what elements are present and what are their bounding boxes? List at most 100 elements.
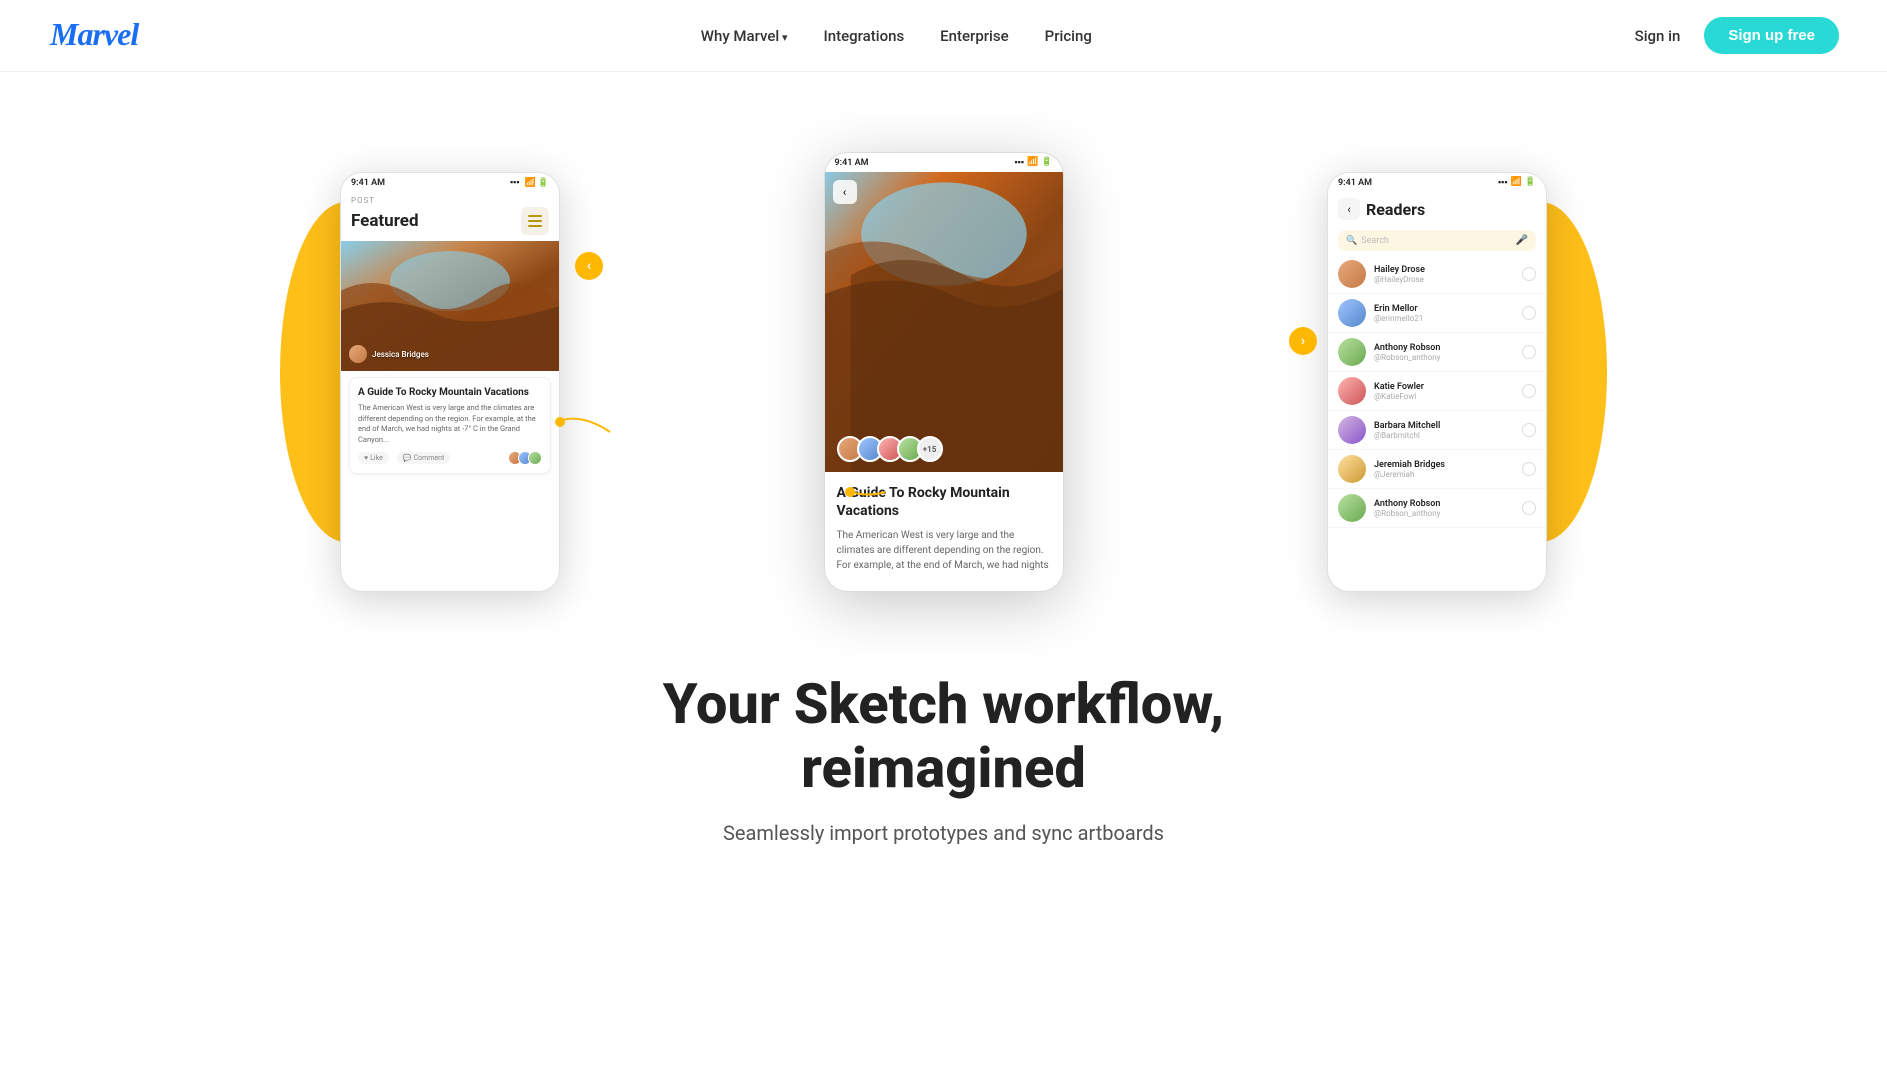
pricing-link[interactable]: Pricing xyxy=(1045,27,1092,45)
reader-check-4[interactable] xyxy=(1522,423,1536,437)
nav-item-pricing[interactable]: Pricing xyxy=(1045,26,1092,45)
center-article-content: A Guide To Rocky Mountain Vacations The … xyxy=(825,472,1063,585)
comment-label: Comment xyxy=(414,454,445,462)
reader-handle-2: @Robson_anthony xyxy=(1374,353,1514,362)
status-bar-left: 9:41 AM ▪▪▪ 📶 🔋 xyxy=(341,173,559,192)
reader-check-5[interactable] xyxy=(1522,462,1536,476)
signup-button[interactable]: Sign up free xyxy=(1704,17,1839,54)
reader-check-6[interactable] xyxy=(1522,501,1536,515)
reader-name-0: Hailey Drose xyxy=(1374,265,1514,275)
back-button-center[interactable]: ‹ xyxy=(833,180,857,204)
center-main-image: ‹ +15 xyxy=(825,172,1063,472)
reader-avatar-4 xyxy=(1338,416,1366,444)
reader-check-0[interactable] xyxy=(1522,267,1536,281)
share-avatar-3 xyxy=(528,451,542,465)
reader-name-1: Erin Mellor xyxy=(1374,304,1514,314)
reader-check-2[interactable] xyxy=(1522,345,1536,359)
reader-item-5[interactable]: Jeremiah Bridges @Jeremiah xyxy=(1328,450,1546,489)
reader-info-2: Anthony Robson @Robson_anthony xyxy=(1374,343,1514,362)
signal-icons-left: ▪▪▪ 📶 🔋 xyxy=(510,177,549,188)
reader-check-3[interactable] xyxy=(1522,384,1536,398)
reader-item-1[interactable]: Erin Mellor @erinmello21 xyxy=(1328,294,1546,333)
comment-button[interactable]: 💬 Comment xyxy=(397,452,450,464)
reader-info-5: Jeremiah Bridges @Jeremiah xyxy=(1374,460,1514,479)
reader-avatar-3 xyxy=(1338,377,1366,405)
reader-info-1: Erin Mellor @erinmello21 xyxy=(1374,304,1514,323)
author-avatar xyxy=(349,345,367,363)
why-marvel-link[interactable]: Why Marvel xyxy=(701,27,788,45)
nav-item-why-marvel[interactable]: Why Marvel xyxy=(701,26,788,45)
signal-center: ▪▪▪📶🔋 xyxy=(1014,157,1052,168)
like-button[interactable]: ♥ Like xyxy=(358,452,389,464)
reader-handle-6: @Robson_anthony xyxy=(1374,509,1514,518)
main-heading: Your Sketch workflow, reimagined xyxy=(663,672,1225,801)
reader-item-3[interactable]: Katie Fowler @KatieFowl xyxy=(1328,372,1546,411)
featured-title: Featured xyxy=(351,211,419,231)
menu-icon[interactable] xyxy=(521,207,549,235)
article-title-left: A Guide To Rocky Mountain Vacations xyxy=(358,386,542,399)
integrations-link[interactable]: Integrations xyxy=(824,27,905,45)
enterprise-link[interactable]: Enterprise xyxy=(940,27,1008,45)
heading-line1: Your Sketch workflow, xyxy=(663,671,1225,737)
reader-item-2[interactable]: Anthony Robson @Robson_anthony xyxy=(1328,333,1546,372)
mic-icon: 🎤 xyxy=(1516,235,1528,246)
phone-center: 9:41 AM ▪▪▪📶🔋 xyxy=(824,152,1064,592)
reader-info-4: Barbara Mitchell @Barbmitchl xyxy=(1374,421,1514,440)
status-bar-right: 9:41 AM ▪▪▪📶🔋 xyxy=(1328,173,1546,192)
search-placeholder: Search xyxy=(1361,236,1511,246)
reader-info-0: Hailey Drose @HaileyDrose xyxy=(1374,265,1514,284)
navbar: Marvel Why Marvel Integrations Enterpris… xyxy=(0,0,1887,72)
status-bar-center: 9:41 AM ▪▪▪📶🔋 xyxy=(825,153,1063,172)
more-count: +15 xyxy=(917,436,943,462)
reader-avatar-2 xyxy=(1338,338,1366,366)
reader-handle-4: @Barbmitchl xyxy=(1374,431,1514,440)
subheading: Seamlessly import prototypes and sync ar… xyxy=(663,821,1225,845)
heading-line2: reimagined xyxy=(801,735,1086,801)
phones-section: ‹ › 9:41 AM ▪▪▪ 📶 🔋 POST Featured xyxy=(0,132,1887,612)
share-avatars xyxy=(512,451,542,465)
signin-link[interactable]: Sign in xyxy=(1635,27,1681,45)
text-section: Your Sketch workflow, reimagined Seamles… xyxy=(643,612,1245,885)
reader-check-1[interactable] xyxy=(1522,306,1536,320)
nav-item-integrations[interactable]: Integrations xyxy=(824,26,905,45)
time-center: 9:41 AM xyxy=(835,158,869,168)
reader-item-6[interactable]: Anthony Robson @Robson_anthony xyxy=(1328,489,1546,528)
reader-avatar-6 xyxy=(1338,494,1366,522)
featured-header: Featured xyxy=(341,207,559,241)
phone-right: 9:41 AM ▪▪▪📶🔋 ‹ Readers 🔍 Search 🎤 Haile… xyxy=(1327,172,1547,592)
svg-text:Marvel: Marvel xyxy=(49,16,139,52)
reader-avatar-1 xyxy=(1338,299,1366,327)
reader-item-4[interactable]: Barbara Mitchell @Barbmitchl xyxy=(1328,411,1546,450)
comment-icon: 💬 xyxy=(403,454,412,462)
reader-avatar-0 xyxy=(1338,260,1366,288)
reader-avatar-5 xyxy=(1338,455,1366,483)
center-article-body: The American West is very large and the … xyxy=(837,528,1051,573)
menu-line-3 xyxy=(528,225,542,227)
featured-image-left: Jessica Bridges xyxy=(341,241,559,371)
article-body-left: The American West is very large and the … xyxy=(358,403,542,445)
nav-arrow-left[interactable]: ‹ xyxy=(575,252,603,280)
reader-name-2: Anthony Robson xyxy=(1374,343,1514,353)
nav-arrow-right[interactable]: › xyxy=(1289,327,1317,355)
nav-links: Why Marvel Integrations Enterprise Prici… xyxy=(701,26,1092,45)
nav-item-enterprise[interactable]: Enterprise xyxy=(940,26,1008,45)
search-bar[interactable]: 🔍 Search 🎤 xyxy=(1338,230,1536,251)
reader-name-4: Barbara Mitchell xyxy=(1374,421,1514,431)
reader-handle-1: @erinmello21 xyxy=(1374,314,1514,323)
reader-info-3: Katie Fowler @KatieFowl xyxy=(1374,382,1514,401)
author-name: Jessica Bridges xyxy=(372,350,429,359)
signal-right: ▪▪▪📶🔋 xyxy=(1498,177,1536,188)
reader-name-5: Jeremiah Bridges xyxy=(1374,460,1514,470)
logo[interactable]: Marvel xyxy=(48,11,158,60)
reader-item-0[interactable]: Hailey Drose @HaileyDrose xyxy=(1328,255,1546,294)
nav-cta: Sign in Sign up free xyxy=(1635,17,1839,54)
heart-icon: ♥ xyxy=(364,454,368,462)
search-icon: 🔍 xyxy=(1346,236,1357,246)
article-card-left: A Guide To Rocky Mountain Vacations The … xyxy=(349,377,551,474)
reader-name-6: Anthony Robson xyxy=(1374,499,1514,509)
time-right: 9:41 AM xyxy=(1338,178,1372,188)
reader-handle-0: @HaileyDrose xyxy=(1374,275,1514,284)
menu-line-1 xyxy=(528,215,542,217)
author-overlay: Jessica Bridges xyxy=(349,345,429,363)
back-button-right[interactable]: ‹ xyxy=(1338,198,1360,220)
